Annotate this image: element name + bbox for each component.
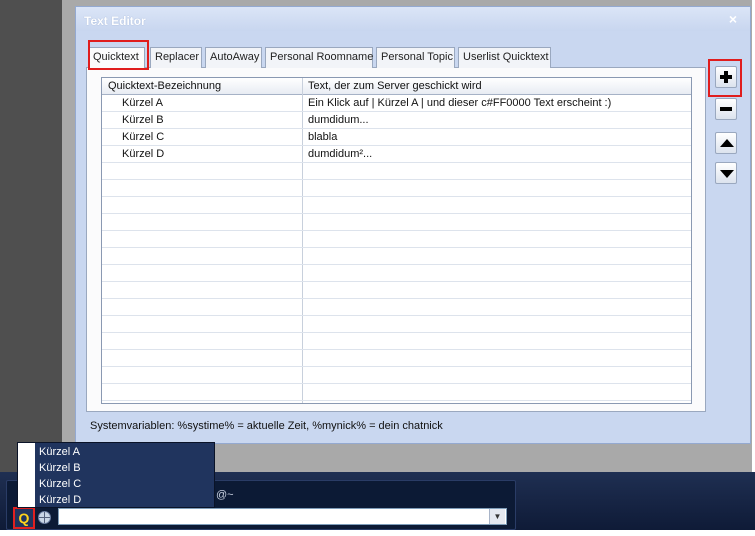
empty-row[interactable]	[102, 214, 691, 231]
table-row[interactable]: Kürzel C blabla	[102, 129, 691, 146]
tab-replacer[interactable]: Replacer	[150, 47, 202, 68]
chat-label-fragment: @~	[216, 489, 234, 501]
arrow-up-icon	[720, 139, 734, 147]
tab-personal-roomname[interactable]: Personal Roomname	[265, 47, 373, 68]
row-name: Kürzel B	[122, 114, 164, 126]
tab-personal-topic[interactable]: Personal Topic	[376, 47, 455, 68]
column-header-text[interactable]: Text, der zum Server geschickt wird	[308, 78, 482, 95]
move-down-button[interactable]	[715, 162, 737, 184]
move-up-button[interactable]	[715, 132, 737, 154]
chevron-down-icon[interactable]: ▼	[489, 509, 505, 524]
column-header-name[interactable]: Quicktext-Bezeichnung	[108, 78, 221, 95]
empty-row[interactable]	[102, 282, 691, 299]
table-row[interactable]: Kürzel D dumdidum²...	[102, 146, 691, 163]
tab-userlist-quicktext[interactable]: Userlist Quicktext	[458, 47, 551, 68]
popup-item[interactable]: Kürzel B	[39, 460, 81, 476]
empty-row[interactable]	[102, 350, 691, 367]
globe-icon[interactable]	[38, 511, 51, 524]
window-title: Text Editor	[84, 14, 146, 28]
quicktext-button[interactable]: Q	[13, 507, 35, 529]
row-name: Kürzel A	[122, 97, 163, 109]
table-row[interactable]: Kürzel B dumdidum...	[102, 112, 691, 129]
minus-icon	[720, 107, 732, 111]
quicktext-popup-menu: Kürzel A Kürzel B Kürzel C Kürzel D	[17, 442, 215, 508]
system-variables-hint: Systemvariablen: %systime% = aktuelle Ze…	[90, 420, 443, 432]
popup-item[interactable]: Kürzel C	[39, 476, 81, 492]
row-text: dumdidum²...	[308, 148, 373, 160]
empty-row[interactable]	[102, 384, 691, 401]
empty-row[interactable]	[102, 180, 691, 197]
empty-row[interactable]	[102, 163, 691, 180]
row-name: Kürzel D	[122, 148, 165, 160]
text-editor-window: Text Editor × Quicktext Replacer AutoAwa…	[75, 6, 751, 444]
title-bar[interactable]: Text Editor ×	[76, 7, 750, 31]
empty-row[interactable]	[102, 316, 691, 333]
popup-icon-strip	[18, 443, 35, 507]
empty-row[interactable]	[102, 248, 691, 265]
quicktext-tab-highlight	[88, 40, 149, 70]
row-text: Ein Klick auf | Kürzel A | und dieser c#…	[308, 97, 612, 109]
tab-autoaway[interactable]: AutoAway	[205, 47, 262, 68]
bottom-edge	[0, 530, 755, 536]
row-text: blabla	[308, 131, 338, 143]
popup-item[interactable]: Kürzel A	[39, 444, 80, 460]
empty-row[interactable]	[102, 333, 691, 350]
row-text: dumdidum...	[308, 114, 369, 126]
popup-item[interactable]: Kürzel D	[39, 492, 81, 508]
empty-row[interactable]	[102, 367, 691, 384]
arrow-down-icon	[720, 170, 734, 178]
quicktext-table[interactable]: Quicktext-Bezeichnung Text, der zum Serv…	[101, 77, 692, 404]
row-name: Kürzel C	[122, 131, 165, 143]
empty-row[interactable]	[102, 299, 691, 316]
empty-row[interactable]	[102, 265, 691, 282]
empty-row[interactable]	[102, 231, 691, 248]
table-header: Quicktext-Bezeichnung Text, der zum Serv…	[102, 78, 691, 95]
close-icon[interactable]: ×	[726, 12, 740, 26]
empty-row[interactable]	[102, 197, 691, 214]
chat-input[interactable]	[58, 508, 507, 525]
add-button-highlight	[708, 59, 742, 97]
table-row[interactable]: Kürzel A Ein Klick auf | Kürzel A | und …	[102, 95, 691, 112]
remove-button[interactable]	[715, 98, 737, 120]
